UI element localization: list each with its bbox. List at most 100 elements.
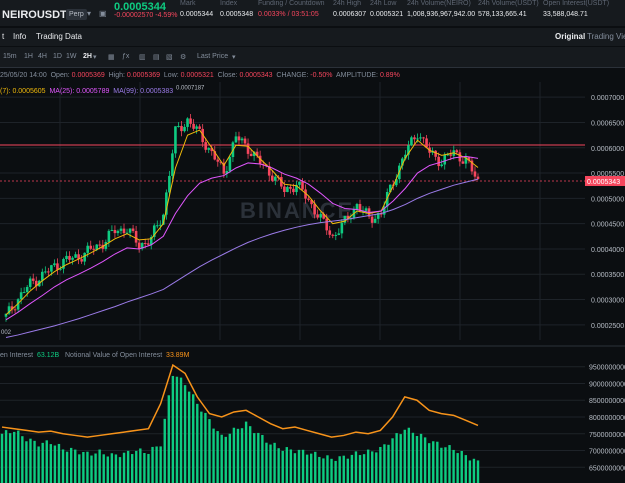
candle-body (473, 171, 477, 177)
oi-bar (0, 433, 4, 483)
oi-bar (21, 436, 24, 483)
candle-body (370, 216, 374, 223)
oi-bar (322, 458, 325, 483)
price-chart[interactable]: 0.00070000.00065000.00060000.00055000.00… (0, 0, 625, 483)
candle-body (189, 118, 192, 124)
oi-bar (314, 451, 317, 483)
oi-bar (391, 438, 394, 483)
candle-body (476, 176, 480, 179)
oi-axis-label: 9000000000 (589, 381, 625, 388)
oi-bar (196, 403, 199, 483)
candle-body (74, 254, 77, 258)
oi-bar (98, 449, 101, 483)
candle-body (53, 263, 56, 266)
oi-bar (159, 446, 162, 483)
oi-bar (427, 443, 431, 483)
price-axis-label: 0.0003000 (591, 298, 624, 305)
oi-bar (338, 456, 341, 483)
oi-bar (33, 440, 36, 483)
candle-body (134, 230, 138, 243)
candle-body (143, 243, 147, 245)
oi-bar (476, 460, 480, 483)
candle-body (204, 142, 207, 150)
candle-body (355, 204, 359, 210)
oi-bar (346, 458, 350, 483)
oi-bar (200, 411, 203, 483)
oi-bar (403, 429, 406, 483)
candle-body (192, 123, 195, 129)
oi-bar (114, 454, 118, 483)
oi-bar (432, 441, 435, 483)
oi-bar (452, 449, 455, 483)
oi-bar (17, 430, 20, 483)
oi-bar (118, 457, 122, 483)
oi-bar (334, 460, 337, 483)
candle-body (50, 265, 53, 272)
candle-body (131, 228, 135, 231)
oi-bar (330, 458, 333, 483)
candle-body (425, 138, 428, 148)
candle-body (28, 278, 32, 287)
candle-body (449, 154, 453, 156)
candle-body (25, 286, 29, 293)
oi-bar (37, 446, 40, 483)
candle-body (86, 245, 89, 253)
oi-bar (273, 442, 276, 483)
candle-body (234, 136, 238, 143)
oi-bar (350, 454, 354, 483)
oi-bar (289, 449, 293, 483)
candle-body (155, 225, 159, 227)
oi-legend: en Interest 63.12B Notional Value of Ope… (0, 352, 190, 359)
candle-body (207, 148, 211, 150)
candle-body (56, 263, 59, 270)
oi-bar (366, 449, 370, 483)
candle-body (119, 228, 123, 231)
oi-bar (293, 453, 297, 483)
oi-bar (139, 448, 142, 483)
oi-bar (94, 453, 97, 483)
oi-bar (460, 450, 463, 483)
candle-body (228, 157, 232, 172)
candle-body (116, 230, 120, 234)
candle-body (47, 271, 50, 273)
candle-body (416, 138, 419, 140)
oi-bar (436, 441, 439, 483)
oi-bar (301, 449, 305, 483)
low-marker: 002 (1, 330, 12, 336)
oi-bar (224, 436, 227, 483)
candle-body (298, 181, 301, 185)
oi-bar (212, 428, 215, 483)
oi-bar (78, 454, 81, 483)
oi-bar (232, 427, 236, 483)
candle-body (319, 214, 322, 218)
oi-bar (415, 435, 419, 483)
candle-body (243, 138, 247, 144)
oi-bar (228, 433, 232, 483)
candle-body (71, 257, 74, 260)
oi-bar (45, 440, 48, 483)
candle-body (328, 230, 332, 235)
candle-body (246, 143, 250, 154)
candle-body (80, 259, 83, 262)
oi-bar (57, 443, 61, 483)
oi-bar (204, 412, 207, 483)
candle-body (307, 198, 310, 200)
candle-body (13, 309, 17, 311)
candle-body (110, 229, 114, 231)
oi-bar (240, 428, 244, 483)
candle-body (89, 245, 93, 249)
price-axis-label: 0.0005000 (591, 196, 624, 203)
candle-body (137, 242, 141, 249)
candle-body (107, 230, 111, 243)
candle-body (216, 159, 220, 162)
price-axis-label: 0.0004000 (591, 247, 624, 254)
candle-body (198, 126, 201, 129)
oi-bar (407, 427, 411, 483)
candle-body (19, 292, 23, 300)
oi-bar (122, 452, 126, 483)
oi-bar (371, 451, 374, 483)
candle-body (334, 234, 338, 236)
oi-bar (444, 447, 447, 483)
candle-body (283, 186, 286, 192)
candle-body (437, 156, 440, 167)
